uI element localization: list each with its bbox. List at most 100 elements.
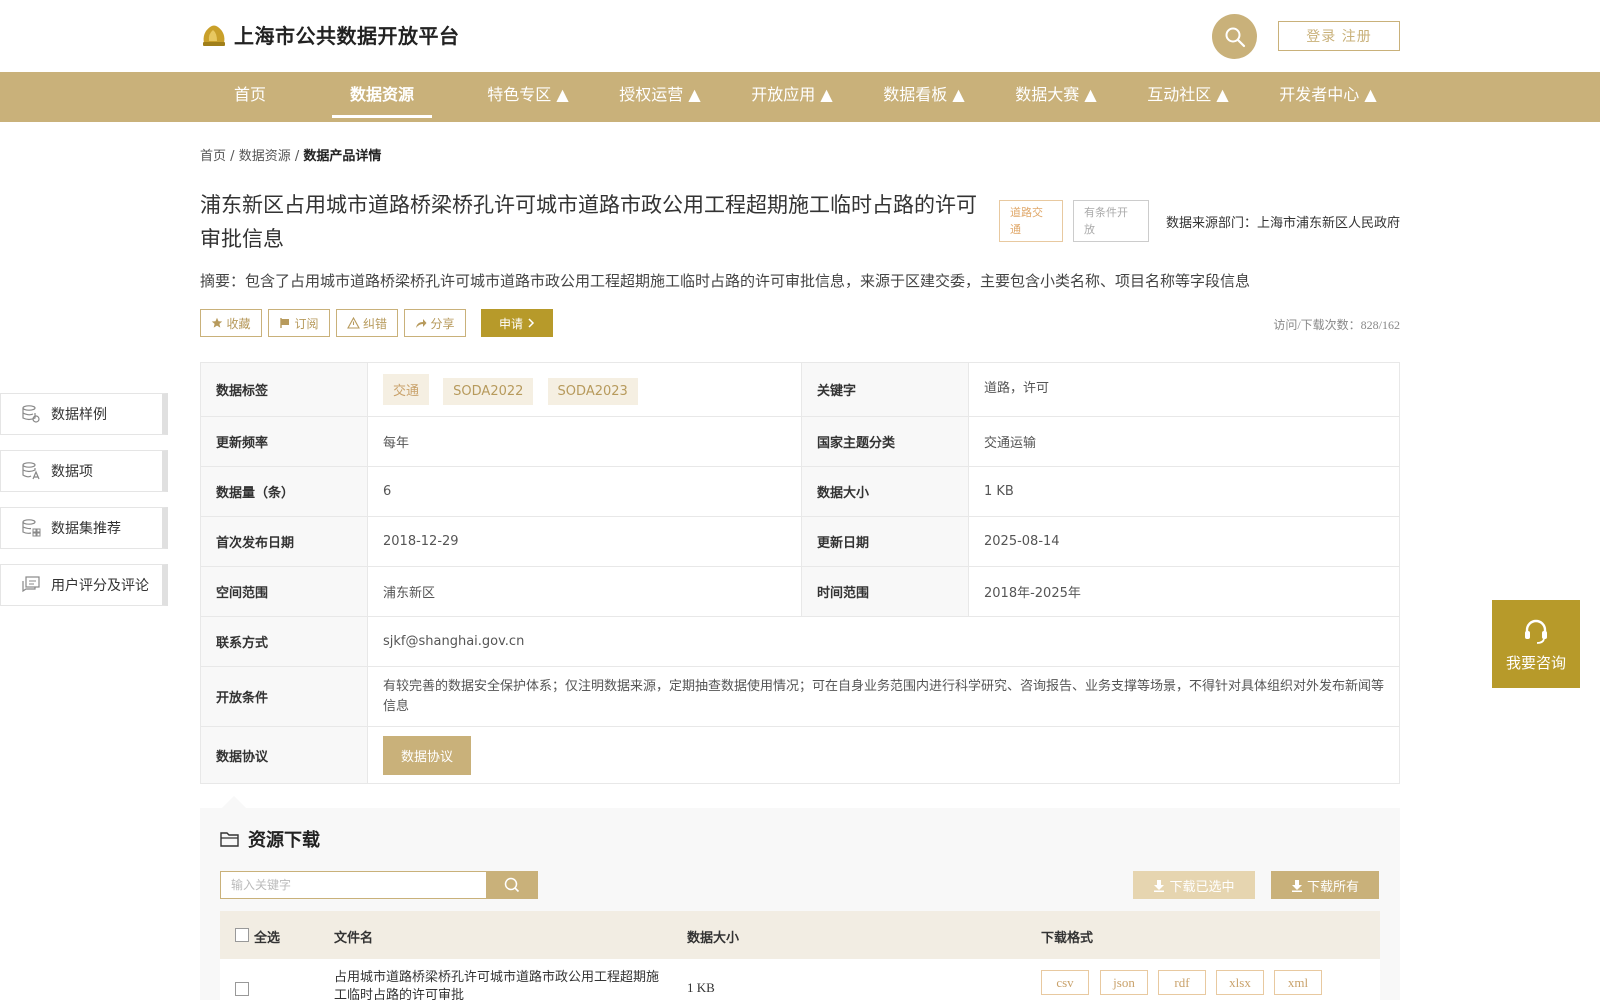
table-value: 交通运输 xyxy=(968,416,1400,467)
nav-item-developer[interactable]: 开发者中心 ▲ xyxy=(1258,72,1398,122)
data-tag-chip[interactable]: 交通 xyxy=(383,374,430,405)
database-edit-icon xyxy=(22,462,40,480)
table-row: 更新频率 每年 国家主题分类 交通运输 xyxy=(200,416,1400,467)
nav-item-home[interactable]: 首页 xyxy=(219,72,281,122)
nav-item-special-zone[interactable]: 特色专区 ▲ xyxy=(466,72,590,122)
table-label: 关键字 xyxy=(801,362,969,417)
format-rdf-button[interactable]: rdf xyxy=(1158,970,1206,995)
table-value: 6 xyxy=(367,466,802,517)
row-checkbox[interactable] xyxy=(235,982,249,996)
database-grid-icon xyxy=(22,519,41,537)
side-item-label: 用户评分及评论 xyxy=(51,578,149,594)
download-selected-button[interactable]: 下载已选中 xyxy=(1133,871,1255,899)
table-label: 更新频率 xyxy=(200,416,368,467)
data-tag-chip[interactable]: SODA2023 xyxy=(547,378,638,405)
table-label: 时间范围 xyxy=(801,566,969,617)
select-all-label: 全选 xyxy=(254,931,281,946)
side-item-ratings-comments[interactable]: 用户评分及评论 xyxy=(0,564,168,606)
side-item-data-sample[interactable]: 数据样例 xyxy=(0,393,168,435)
table-label: 国家主题分类 xyxy=(801,416,969,467)
file-size: 1 KB xyxy=(687,980,715,995)
breadcrumb: 首页 / 数据资源 / 数据产品详情 xyxy=(200,145,381,164)
logo-icon xyxy=(203,25,225,46)
column-header-format: 下载格式 xyxy=(1041,931,1094,946)
section-pointer xyxy=(222,796,246,808)
table-value: 2018年-2025年 xyxy=(968,566,1400,617)
correct-error-button[interactable]: 纠错 xyxy=(336,309,398,337)
format-json-button[interactable]: json xyxy=(1100,970,1148,995)
table-value: 2018-12-29 xyxy=(367,516,802,567)
side-item-data-fields[interactable]: 数据项 xyxy=(0,450,168,492)
breadcrumb-section[interactable]: 数据资源 xyxy=(239,149,291,164)
data-tag-chip[interactable]: SODA2022 xyxy=(443,378,534,405)
breadcrumb-current: 数据产品详情 xyxy=(303,149,382,164)
format-xlsx-button[interactable]: xlsx xyxy=(1216,970,1264,995)
nav-item-data-resources[interactable]: 数据资源 xyxy=(332,72,432,122)
nav-item-authorized-ops[interactable]: 授权运营 ▲ xyxy=(598,72,722,122)
table-value: 道路，许可 xyxy=(968,362,1400,417)
visit-download-count: 访问/下载次数：828/162 xyxy=(1273,318,1400,332)
share-icon xyxy=(416,319,427,328)
nav-item-community[interactable]: 互动社区 ▲ xyxy=(1126,72,1250,122)
table-label: 数据协议 xyxy=(200,726,368,784)
select-all-checkbox[interactable] xyxy=(235,928,249,942)
column-header-filename: 文件名 xyxy=(334,931,374,946)
main-nav: 首页 数据资源 特色专区 ▲ 授权运营 ▲ 开放应用 ▲ 数据看板 ▲ 数据大赛… xyxy=(0,72,1600,122)
table-row: 联系方式 sjkf@shanghai.gov.cn xyxy=(200,616,1400,667)
favorite-button[interactable]: 收藏 xyxy=(200,309,262,337)
table-value: 每年 xyxy=(367,416,802,467)
share-button[interactable]: 分享 xyxy=(404,309,466,337)
download-all-label: 下载所有 xyxy=(1306,879,1359,895)
file-name: 占用城市道路桥梁桥孔许可城市道路市政公用工程超期施工临时占路的许可审批 xyxy=(334,970,660,1000)
table-label: 首次发布日期 xyxy=(200,516,368,567)
keyword-search-input[interactable] xyxy=(220,871,487,899)
table-value: 有较完善的数据安全保护体系；仅注明数据来源，定期抽查数据使用情况；可在自身业务范… xyxy=(367,666,1400,727)
headset-icon xyxy=(1525,619,1547,644)
download-selected-label: 下载已选中 xyxy=(1169,879,1235,895)
data-protocol-button[interactable]: 数据协议 xyxy=(383,735,472,775)
download-all-button[interactable]: 下载所有 xyxy=(1271,871,1379,899)
site-logo[interactable]: 上海市公共数据开放平台 xyxy=(200,20,460,49)
subscribe-button[interactable]: 订阅 xyxy=(268,309,330,337)
table-row: 开放条件 有较完善的数据安全保护体系；仅注明数据来源，定期抽查数据使用情况；可在… xyxy=(200,666,1400,727)
keyword-search-button[interactable] xyxy=(486,871,538,899)
summary-text: 摘要：包含了占用城市道路桥梁桥孔许可城市道路市政公用工程超期施工临时占路的许可审… xyxy=(200,272,1251,290)
table-label: 联系方式 xyxy=(200,616,368,667)
table-label: 数据标签 xyxy=(200,362,368,417)
nav-item-data-contest[interactable]: 数据大赛 ▲ xyxy=(994,72,1118,122)
consult-label: 我要咨询 xyxy=(1505,653,1566,672)
nav-item-data-dashboard[interactable]: 数据看板 ▲ xyxy=(862,72,986,122)
source-department: 数据来源部门：上海市浦东新区人民政府 xyxy=(1165,216,1400,231)
warning-icon xyxy=(347,317,360,329)
page-title: 浦东新区占用城市道路桥梁桥孔许可城市道路市政公用工程超期施工临时占路的许可审批信… xyxy=(200,193,977,251)
side-item-label: 数据集推荐 xyxy=(51,521,121,537)
folder-icon xyxy=(220,832,239,847)
table-value: 数据协议 xyxy=(367,726,1400,784)
download-icon xyxy=(1154,879,1165,892)
share-label: 分享 xyxy=(430,316,455,331)
table-label: 更新日期 xyxy=(801,516,969,567)
global-search-button[interactable] xyxy=(1212,14,1257,59)
consult-button[interactable]: 我要咨询 xyxy=(1492,600,1580,688)
table-label: 数据量（条） xyxy=(200,466,368,517)
format-csv-button[interactable]: csv xyxy=(1041,970,1089,995)
favorite-label: 收藏 xyxy=(226,316,251,331)
side-item-dataset-recommend[interactable]: 数据集推荐 xyxy=(0,507,168,549)
nav-item-open-apps[interactable]: 开放应用 ▲ xyxy=(730,72,854,122)
table-value: 交通 SODA2022 SODA2023 xyxy=(367,362,802,417)
chevron-right-icon xyxy=(528,318,535,328)
resource-download-label: 资源下载 xyxy=(248,830,320,851)
data-info-table: 数据标签 交通 SODA2022 SODA2023 关键字 道路，许可 更新频率… xyxy=(200,362,1400,784)
side-item-label: 数据项 xyxy=(51,464,93,480)
table-label: 数据大小 xyxy=(801,466,969,517)
login-register-button[interactable]: 登录 注册 xyxy=(1278,21,1400,51)
search-icon xyxy=(1225,27,1245,47)
subscribe-label: 订阅 xyxy=(294,316,319,331)
format-xml-button[interactable]: xml xyxy=(1274,970,1322,995)
table-value: 2025-08-14 xyxy=(968,516,1400,567)
open-condition-tag: 有条件开放 xyxy=(1073,200,1149,242)
table-row: 空间范围 浦东新区 时间范围 2018年-2025年 xyxy=(200,566,1400,617)
table-value: sjkf@shanghai.gov.cn xyxy=(367,616,1400,667)
apply-button[interactable]: 申请 xyxy=(481,309,553,337)
breadcrumb-home[interactable]: 首页 xyxy=(200,149,226,164)
